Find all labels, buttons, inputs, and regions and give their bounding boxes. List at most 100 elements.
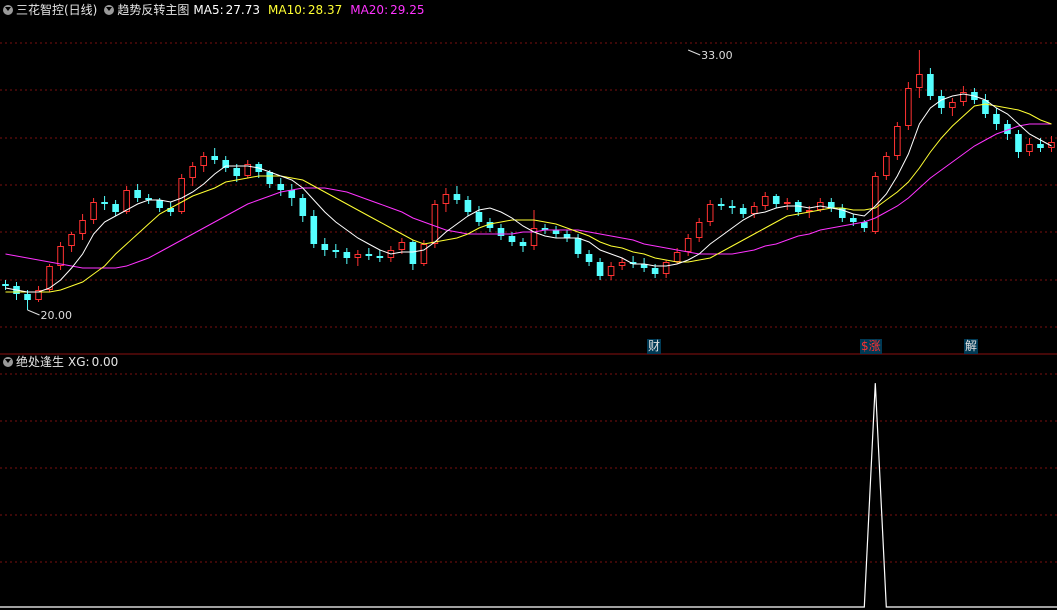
marker-rise[interactable]: $涨 [860, 339, 882, 354]
price-annotation: 20.00 [27, 309, 72, 322]
candle [838, 204, 846, 222]
candle [299, 194, 307, 222]
candle [949, 98, 956, 116]
candle [442, 188, 450, 212]
candle-body [508, 236, 516, 242]
candle-body [167, 208, 174, 212]
ma20-value: 29.25 [390, 3, 425, 17]
xg-value: 0.00 [91, 355, 119, 369]
candle-body [112, 204, 119, 212]
candle-body [662, 262, 670, 274]
candle-body [585, 254, 593, 262]
candle-body [552, 230, 560, 234]
chevron-down-icon[interactable] [3, 5, 13, 15]
candle-body [905, 88, 912, 126]
candle-body [497, 228, 505, 236]
candle [112, 200, 119, 216]
candle-body [519, 242, 527, 246]
candle [695, 218, 703, 242]
candle [343, 248, 351, 264]
candle-body [376, 256, 384, 258]
candle-body [365, 254, 373, 256]
candle [783, 198, 791, 210]
main-panel-grid [0, 42, 1057, 328]
marker-unlock[interactable]: 解 [964, 339, 979, 354]
candle [618, 258, 626, 270]
ma20-label: MA20: 29.25 [350, 1, 428, 19]
candle [827, 198, 835, 212]
candle-body [894, 126, 901, 156]
candle-body [200, 156, 207, 166]
candle-body [211, 156, 219, 160]
candle [772, 194, 780, 208]
candle-body [266, 172, 274, 184]
candle-body [409, 242, 417, 264]
candle-body [178, 178, 185, 212]
stock-title[interactable]: 三花智控(日线) [16, 1, 97, 19]
candle-body [563, 234, 571, 238]
candle [905, 82, 912, 130]
candle-body [299, 198, 307, 216]
candle [35, 286, 42, 302]
candle-body [728, 206, 736, 208]
candle-body [739, 208, 747, 214]
candle [211, 148, 219, 164]
candle-body [332, 250, 340, 252]
candle [409, 240, 417, 270]
chevron-down-icon[interactable] [104, 5, 115, 15]
candle-body [277, 184, 285, 190]
candle-body [134, 190, 141, 198]
annotation-leader [687, 49, 701, 56]
candle [960, 86, 967, 106]
indicator-title[interactable]: 趋势反转主图 [117, 1, 189, 19]
candle [222, 156, 230, 172]
candle-body [607, 266, 615, 276]
candle [497, 224, 505, 240]
chevron-down-icon[interactable] [3, 357, 13, 367]
candle [916, 50, 923, 98]
candle-body [772, 196, 780, 204]
moving-average-lines [5, 93, 1052, 293]
candle [332, 244, 340, 258]
candle-body [717, 204, 725, 206]
ma10-label: MA10: 28.37 [268, 1, 346, 19]
candle-body [927, 74, 934, 96]
candle [134, 184, 141, 202]
candle [563, 230, 571, 242]
candle-body [916, 74, 923, 88]
candle [57, 242, 64, 270]
candle [872, 172, 879, 234]
candle-body [651, 268, 659, 274]
candle-body [420, 244, 428, 264]
sub-indicator-title[interactable]: 绝处逢生 [16, 353, 64, 371]
candle [927, 68, 934, 100]
candle [200, 152, 207, 172]
candle-body [695, 222, 703, 238]
candle [629, 256, 637, 268]
candle-body [2, 284, 9, 286]
candle [552, 226, 560, 238]
candle-body [596, 262, 604, 276]
candle [288, 184, 296, 206]
candle-body [398, 242, 406, 250]
annotation-leader [27, 309, 40, 316]
candle [68, 232, 75, 252]
candle [717, 198, 725, 210]
candle [365, 248, 373, 260]
candle-body [464, 200, 472, 212]
candle-body [706, 204, 714, 222]
candle [519, 238, 527, 252]
candle [1015, 130, 1022, 158]
candle-body [442, 194, 450, 204]
candle-body [68, 234, 75, 246]
candle [541, 224, 549, 234]
candle [607, 262, 615, 280]
candle-body [343, 252, 351, 258]
candle-body [24, 294, 31, 300]
ma10-label-text: MA10: [268, 3, 306, 17]
candle [640, 258, 648, 272]
candle-body [101, 202, 108, 204]
candle [728, 200, 736, 214]
candle [321, 238, 329, 256]
marker-finance[interactable]: 财 [647, 339, 662, 354]
